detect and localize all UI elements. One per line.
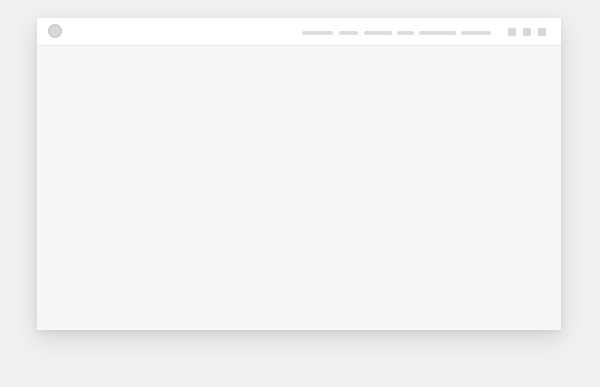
square-icon[interactable] [508,28,516,36]
square-icon[interactable] [538,28,546,36]
nav-item-3[interactable] [364,31,392,35]
square-icon[interactable] [523,28,531,36]
nav-item-4[interactable] [397,31,414,35]
nav-item-6[interactable] [461,31,491,35]
nav-item-5[interactable] [419,31,456,35]
blank-content-area [37,46,561,330]
nav-item-1[interactable] [302,31,333,35]
circle-logo-icon[interactable] [48,24,62,38]
top-navigation-bar [37,18,561,46]
browser-window [37,18,561,330]
nav-item-2[interactable] [339,31,358,35]
